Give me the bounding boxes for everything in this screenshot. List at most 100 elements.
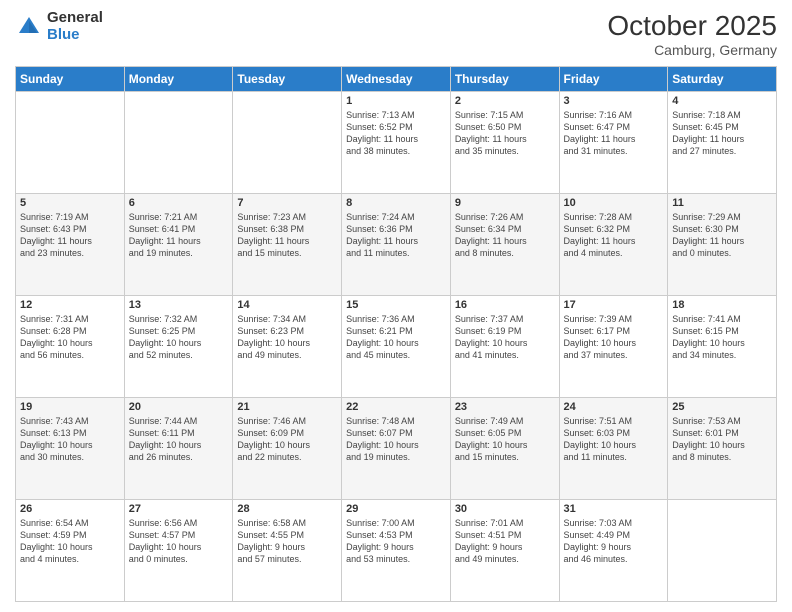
day-number: 18 xyxy=(672,299,772,311)
calendar-day: 28 Sunrise: 6:58 AM Sunset: 4:55 PM Dayli… xyxy=(233,500,342,602)
day-info: Sunrise: 7:29 AM Sunset: 6:30 PM Dayligh… xyxy=(672,211,772,260)
day-info: Sunrise: 6:54 AM Sunset: 4:59 PM Dayligh… xyxy=(20,517,120,566)
calendar-day: 9 Sunrise: 7:26 AM Sunset: 6:34 PM Daylig… xyxy=(450,194,559,296)
day-number: 20 xyxy=(129,401,229,413)
day-number: 14 xyxy=(237,299,337,311)
day-info: Sunrise: 7:01 AM Sunset: 4:51 PM Dayligh… xyxy=(455,517,555,566)
day-info: Sunrise: 7:23 AM Sunset: 6:38 PM Dayligh… xyxy=(237,211,337,260)
day-number: 9 xyxy=(455,197,555,209)
calendar-day: 26 Sunrise: 6:54 AM Sunset: 4:59 PM Dayli… xyxy=(16,500,125,602)
calendar-day: 16 Sunrise: 7:37 AM Sunset: 6:19 PM Dayli… xyxy=(450,296,559,398)
day-number: 10 xyxy=(564,197,664,209)
day-info: Sunrise: 6:56 AM Sunset: 4:57 PM Dayligh… xyxy=(129,517,229,566)
logo-general-text: General xyxy=(47,10,103,27)
day-info: Sunrise: 7:46 AM Sunset: 6:09 PM Dayligh… xyxy=(237,415,337,464)
day-info: Sunrise: 7:49 AM Sunset: 6:05 PM Dayligh… xyxy=(455,415,555,464)
day-number: 24 xyxy=(564,401,664,413)
day-number: 22 xyxy=(346,401,446,413)
calendar-day xyxy=(668,500,777,602)
day-info: Sunrise: 7:39 AM Sunset: 6:17 PM Dayligh… xyxy=(564,313,664,362)
day-number: 13 xyxy=(129,299,229,311)
day-number: 25 xyxy=(672,401,772,413)
day-number: 31 xyxy=(564,503,664,515)
day-info: Sunrise: 7:18 AM Sunset: 6:45 PM Dayligh… xyxy=(672,109,772,158)
calendar-header-thursday: Thursday xyxy=(450,67,559,92)
calendar-day: 18Sunrise: 7:41 AM Sunset: 6:15 PM Dayli… xyxy=(668,296,777,398)
day-info: Sunrise: 7:48 AM Sunset: 6:07 PM Dayligh… xyxy=(346,415,446,464)
calendar-day: 30 Sunrise: 7:01 AM Sunset: 4:51 PM Dayli… xyxy=(450,500,559,602)
calendar-day: 1 Sunrise: 7:13 AM Sunset: 6:52 PM Daylig… xyxy=(342,92,451,194)
calendar-week-3: 12 Sunrise: 7:31 AM Sunset: 6:28 PM Dayli… xyxy=(16,296,777,398)
calendar-header-friday: Friday xyxy=(559,67,668,92)
day-number: 3 xyxy=(564,95,664,107)
calendar-day: 2 Sunrise: 7:15 AM Sunset: 6:50 PM Daylig… xyxy=(450,92,559,194)
calendar-day: 23Sunrise: 7:49 AM Sunset: 6:05 PM Dayli… xyxy=(450,398,559,500)
calendar-header-sunday: Sunday xyxy=(16,67,125,92)
logo-blue-text: Blue xyxy=(47,27,103,44)
day-number: 27 xyxy=(129,503,229,515)
calendar-day: 27 Sunrise: 6:56 AM Sunset: 4:57 PM Dayli… xyxy=(124,500,233,602)
day-info: Sunrise: 7:16 AM Sunset: 6:47 PM Dayligh… xyxy=(564,109,664,158)
day-number: 5 xyxy=(20,197,120,209)
day-number: 8 xyxy=(346,197,446,209)
calendar-day: 5 Sunrise: 7:19 AM Sunset: 6:43 PM Daylig… xyxy=(16,194,125,296)
calendar-week-1: 1 Sunrise: 7:13 AM Sunset: 6:52 PM Daylig… xyxy=(16,92,777,194)
calendar-week-2: 5 Sunrise: 7:19 AM Sunset: 6:43 PM Daylig… xyxy=(16,194,777,296)
calendar-day: 20 Sunrise: 7:44 AM Sunset: 6:11 PM Dayli… xyxy=(124,398,233,500)
day-info: Sunrise: 6:58 AM Sunset: 4:55 PM Dayligh… xyxy=(237,517,337,566)
calendar-day: 6Sunrise: 7:21 AM Sunset: 6:41 PM Daylig… xyxy=(124,194,233,296)
calendar-header-monday: Monday xyxy=(124,67,233,92)
day-info: Sunrise: 7:37 AM Sunset: 6:19 PM Dayligh… xyxy=(455,313,555,362)
month-title: October 2025 xyxy=(607,10,777,42)
day-number: 1 xyxy=(346,95,446,107)
calendar-day: 31 Sunrise: 7:03 AM Sunset: 4:49 PM Dayli… xyxy=(559,500,668,602)
day-number: 2 xyxy=(455,95,555,107)
calendar-day: 14 Sunrise: 7:34 AM Sunset: 6:23 PM Dayli… xyxy=(233,296,342,398)
calendar-day: 21Sunrise: 7:46 AM Sunset: 6:09 PM Dayli… xyxy=(233,398,342,500)
calendar: SundayMondayTuesdayWednesdayThursdayFrid… xyxy=(15,66,777,602)
calendar-day: 7 Sunrise: 7:23 AM Sunset: 6:38 PM Daylig… xyxy=(233,194,342,296)
calendar-day: 13Sunrise: 7:32 AM Sunset: 6:25 PM Dayli… xyxy=(124,296,233,398)
day-info: Sunrise: 7:34 AM Sunset: 6:23 PM Dayligh… xyxy=(237,313,337,362)
day-info: Sunrise: 7:19 AM Sunset: 6:43 PM Dayligh… xyxy=(20,211,120,260)
day-info: Sunrise: 7:44 AM Sunset: 6:11 PM Dayligh… xyxy=(129,415,229,464)
logo-icon xyxy=(15,13,43,41)
day-number: 11 xyxy=(672,197,772,209)
calendar-day xyxy=(233,92,342,194)
day-number: 12 xyxy=(20,299,120,311)
day-info: Sunrise: 7:00 AM Sunset: 4:53 PM Dayligh… xyxy=(346,517,446,566)
day-info: Sunrise: 7:31 AM Sunset: 6:28 PM Dayligh… xyxy=(20,313,120,362)
calendar-day: 22 Sunrise: 7:48 AM Sunset: 6:07 PM Dayli… xyxy=(342,398,451,500)
logo: General Blue xyxy=(15,10,103,43)
location: Camburg, Germany xyxy=(607,42,777,58)
day-number: 4 xyxy=(672,95,772,107)
day-info: Sunrise: 7:51 AM Sunset: 6:03 PM Dayligh… xyxy=(564,415,664,464)
day-info: Sunrise: 7:53 AM Sunset: 6:01 PM Dayligh… xyxy=(672,415,772,464)
day-info: Sunrise: 7:43 AM Sunset: 6:13 PM Dayligh… xyxy=(20,415,120,464)
calendar-week-4: 19 Sunrise: 7:43 AM Sunset: 6:13 PM Dayli… xyxy=(16,398,777,500)
calendar-day: 17Sunrise: 7:39 AM Sunset: 6:17 PM Dayli… xyxy=(559,296,668,398)
day-number: 26 xyxy=(20,503,120,515)
calendar-day: 4 Sunrise: 7:18 AM Sunset: 6:45 PM Daylig… xyxy=(668,92,777,194)
day-info: Sunrise: 7:03 AM Sunset: 4:49 PM Dayligh… xyxy=(564,517,664,566)
calendar-day: 25 Sunrise: 7:53 AM Sunset: 6:01 PM Dayli… xyxy=(668,398,777,500)
calendar-day: 29 Sunrise: 7:00 AM Sunset: 4:53 PM Dayli… xyxy=(342,500,451,602)
logo-text: General Blue xyxy=(47,10,103,43)
page: General Blue October 2025 Camburg, Germa… xyxy=(0,0,792,612)
day-number: 28 xyxy=(237,503,337,515)
day-info: Sunrise: 7:15 AM Sunset: 6:50 PM Dayligh… xyxy=(455,109,555,158)
day-info: Sunrise: 7:28 AM Sunset: 6:32 PM Dayligh… xyxy=(564,211,664,260)
day-info: Sunrise: 7:13 AM Sunset: 6:52 PM Dayligh… xyxy=(346,109,446,158)
calendar-day: 11 Sunrise: 7:29 AM Sunset: 6:30 PM Dayli… xyxy=(668,194,777,296)
calendar-header-row: SundayMondayTuesdayWednesdayThursdayFrid… xyxy=(16,67,777,92)
day-info: Sunrise: 7:26 AM Sunset: 6:34 PM Dayligh… xyxy=(455,211,555,260)
calendar-day xyxy=(16,92,125,194)
day-number: 19 xyxy=(20,401,120,413)
calendar-header-tuesday: Tuesday xyxy=(233,67,342,92)
day-number: 6 xyxy=(129,197,229,209)
calendar-day: 8Sunrise: 7:24 AM Sunset: 6:36 PM Daylig… xyxy=(342,194,451,296)
day-number: 29 xyxy=(346,503,446,515)
day-number: 30 xyxy=(455,503,555,515)
day-number: 7 xyxy=(237,197,337,209)
day-number: 16 xyxy=(455,299,555,311)
